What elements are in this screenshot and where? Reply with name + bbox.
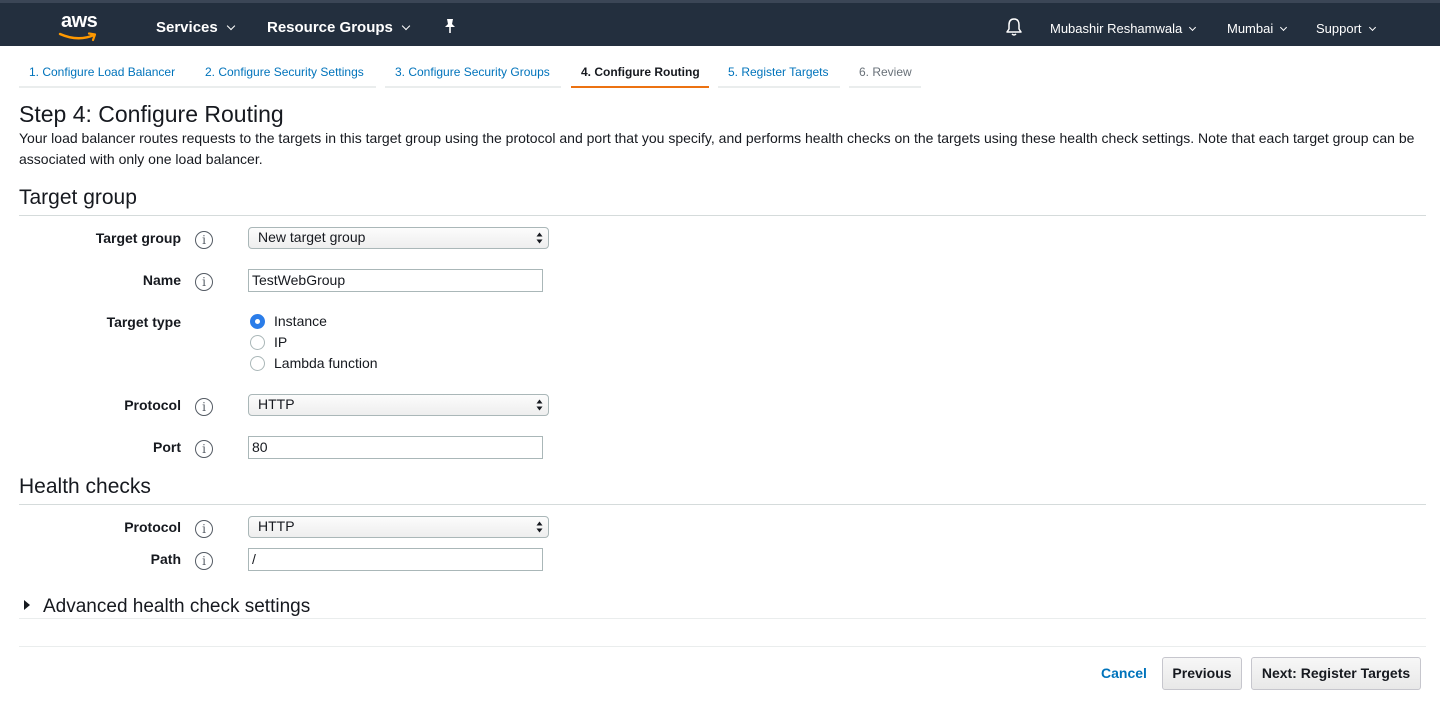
top-navigation-bar: aws Services Resource Groups Mubashir Re…	[0, 0, 1440, 46]
next-register-targets-button[interactable]: Next: Register Targets	[1251, 657, 1421, 690]
health-protocol-label: Protocol	[124, 519, 181, 535]
page-description: Your load balancer routes requests to th…	[19, 130, 1415, 167]
select-arrows-icon	[536, 399, 543, 411]
radio-button-checked[interactable]	[250, 314, 265, 329]
aws-logo[interactable]: aws	[58, 9, 104, 43]
section-divider	[19, 618, 1426, 619]
tab-review: 6. Review	[849, 59, 921, 88]
section-divider	[19, 504, 1426, 505]
tab-configure-routing[interactable]: 4. Configure Routing	[571, 59, 709, 88]
chevron-down-icon	[1368, 23, 1376, 32]
support-menu[interactable]: Support	[1316, 21, 1376, 36]
tab-configure-security-groups[interactable]: 3. Configure Security Groups	[385, 59, 561, 88]
protocol-select-value: HTTP	[258, 396, 295, 412]
protocol-select[interactable]: HTTP	[248, 394, 549, 416]
section-divider	[19, 215, 1426, 216]
resource-groups-label: Resource Groups	[267, 19, 393, 36]
advanced-health-check-toggle[interactable]: Advanced health check settings	[24, 596, 310, 618]
advanced-health-check-label: Advanced health check settings	[43, 596, 311, 617]
target-group-heading: Target group	[19, 186, 137, 209]
region-menu[interactable]: Mumbai	[1227, 21, 1288, 36]
radio-label: Lambda function	[274, 355, 378, 371]
radio-button[interactable]	[250, 335, 265, 350]
health-checks-heading: Health checks	[19, 475, 151, 498]
info-icon[interactable]: i	[195, 520, 213, 538]
radio-label: Instance	[274, 313, 327, 329]
caret-right-icon	[24, 600, 30, 610]
info-icon[interactable]: i	[195, 398, 213, 416]
path-label: Path	[150, 551, 181, 567]
select-arrows-icon	[536, 232, 543, 244]
port-input[interactable]: 80	[248, 436, 543, 459]
port-label: Port	[153, 439, 181, 455]
info-icon[interactable]: i	[195, 231, 213, 249]
region-name: Mumbai	[1227, 21, 1274, 36]
target-group-select-value: New target group	[258, 229, 366, 245]
user-menu[interactable]: Mubashir Reshamwala	[1050, 21, 1197, 36]
chevron-down-icon	[1189, 23, 1197, 32]
name-label: Name	[142, 272, 181, 288]
name-input[interactable]: TestWebGroup	[248, 269, 543, 292]
radio-label: IP	[274, 334, 288, 350]
chevron-down-icon	[401, 21, 411, 31]
bell-icon[interactable]	[1005, 17, 1023, 37]
target-group-select[interactable]: New target group	[248, 227, 549, 249]
protocol-label: Protocol	[124, 397, 181, 413]
resource-groups-menu[interactable]: Resource Groups	[267, 19, 411, 36]
aws-smile-icon	[58, 32, 97, 42]
health-protocol-select[interactable]: HTTP	[248, 516, 549, 538]
page-title: Step 4: Configure Routing	[19, 101, 284, 127]
target-group-label: Target group	[95, 230, 181, 246]
aws-logo-text: aws	[61, 10, 98, 32]
pin-icon[interactable]	[443, 18, 457, 34]
footer-divider	[19, 646, 1426, 647]
support-label: Support	[1316, 21, 1362, 36]
chevron-down-icon	[226, 21, 235, 31]
chevron-down-icon	[1280, 23, 1288, 32]
tab-register-targets[interactable]: 5. Register Targets	[718, 59, 840, 88]
target-type-label: Target type	[106, 314, 181, 330]
select-arrows-icon	[536, 521, 543, 533]
user-name: Mubashir Reshamwala	[1050, 21, 1183, 36]
tab-configure-load-balancer[interactable]: 1. Configure Load Balancer	[19, 59, 196, 88]
info-icon[interactable]: i	[195, 440, 213, 458]
services-label: Services	[156, 19, 218, 36]
info-icon[interactable]: i	[195, 273, 213, 291]
info-icon[interactable]: i	[195, 552, 213, 570]
health-protocol-select-value: HTTP	[258, 518, 295, 534]
path-input[interactable]: /	[248, 548, 543, 571]
tab-configure-security-settings[interactable]: 2. Configure Security Settings	[195, 59, 376, 88]
cancel-button[interactable]: Cancel	[1101, 665, 1147, 681]
radio-button[interactable]	[250, 356, 265, 371]
services-menu[interactable]: Services	[156, 19, 235, 36]
previous-button[interactable]: Previous	[1162, 657, 1242, 690]
